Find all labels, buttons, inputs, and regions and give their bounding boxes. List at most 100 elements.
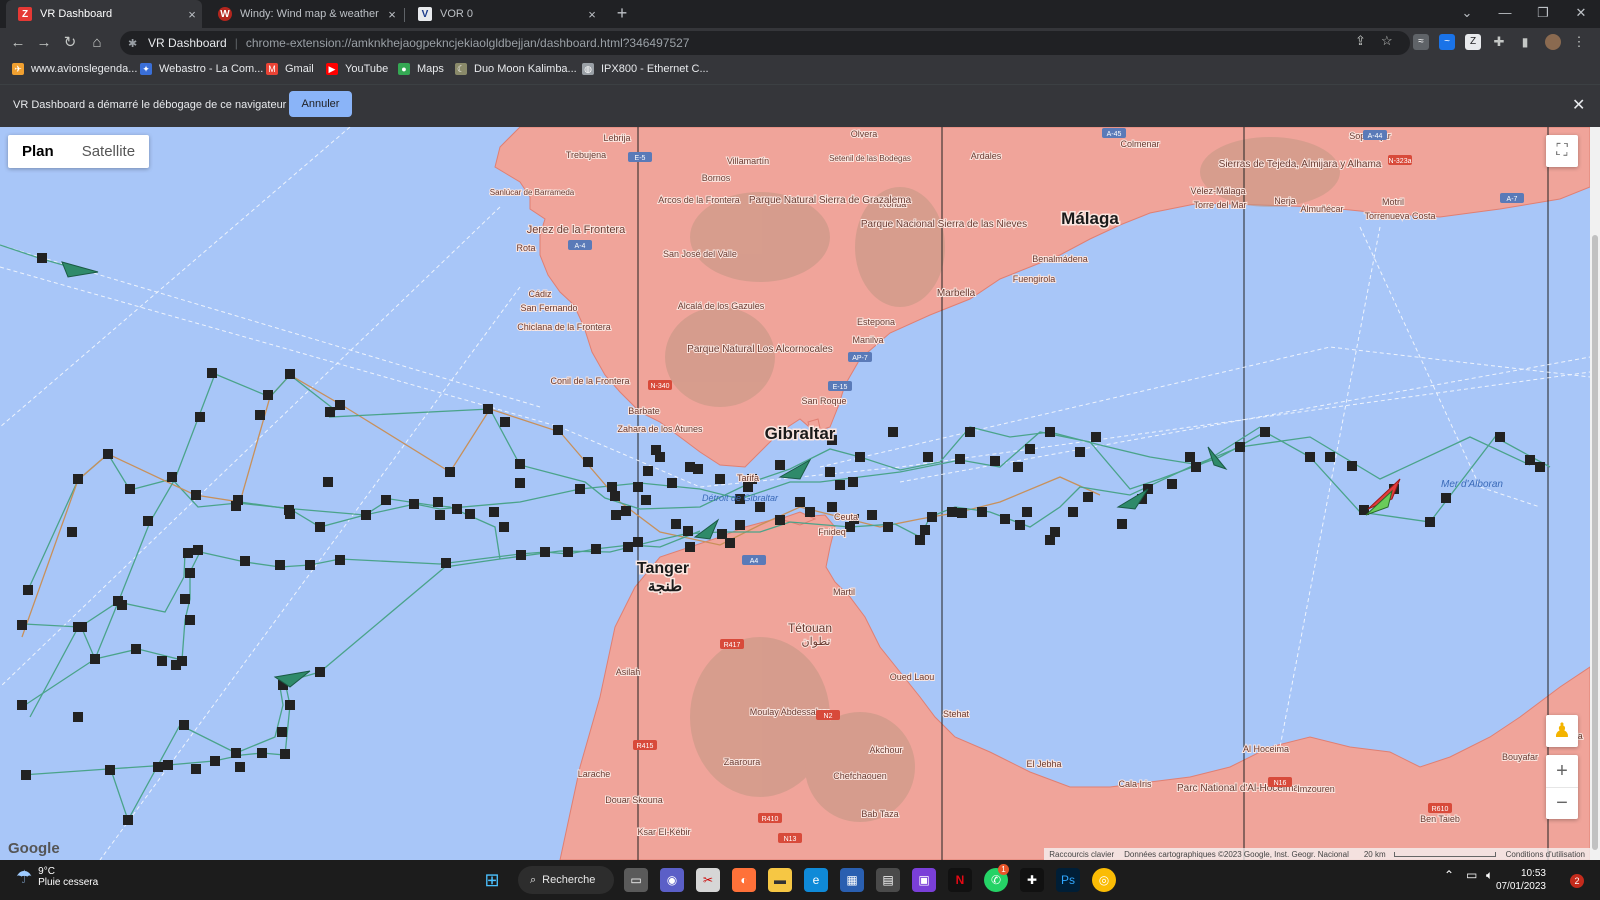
close-window-button[interactable]: ✕ [1562,0,1600,28]
terms-link[interactable]: Conditions d'utilisation [1501,850,1590,859]
waypoint-marker[interactable] [775,460,785,470]
waypoint-marker[interactable] [433,497,443,507]
zoom-in-button[interactable]: + [1546,755,1578,787]
waypoint-marker[interactable] [643,466,653,476]
waypoint-marker[interactable] [1013,462,1023,472]
waypoint-marker[interactable] [445,467,455,477]
weather-widget[interactable]: ☂ 9°C Pluie cessera [16,866,98,888]
waypoint-marker[interactable] [465,509,475,519]
share-icon[interactable]: ⇪ [1355,33,1366,49]
forward-icon[interactable]: → [35,34,53,52]
waypoint-marker[interactable] [335,400,345,410]
waypoint-marker[interactable] [315,522,325,532]
windy-extension-icon[interactable]: ~ [1439,34,1455,50]
waypoint-marker[interactable] [1305,452,1315,462]
waypoint-marker[interactable] [157,656,167,666]
waypoint-marker[interactable] [725,538,735,548]
waypoint-marker[interactable] [685,542,695,552]
waypoint-marker[interactable] [240,556,250,566]
waypoint-marker[interactable] [153,762,163,772]
extensions-puzzle-icon[interactable]: ✚ [1491,34,1507,50]
waypoint-marker[interactable] [621,506,631,516]
waypoint-marker[interactable] [540,547,550,557]
waypoint-marker[interactable] [1495,432,1505,442]
close-tab-icon[interactable]: × [182,7,202,22]
waypoint-marker[interactable] [955,454,965,464]
teams-chat-icon[interactable]: ◉ [660,868,684,892]
close-tab-icon[interactable]: × [382,7,402,22]
waypoint-marker[interactable] [277,727,287,737]
back-icon[interactable]: ← [9,34,27,52]
waypoint-marker[interactable] [1167,479,1177,489]
bookmark-star-icon[interactable]: ☆ [1381,33,1393,49]
waypoint-marker[interactable] [1022,507,1032,517]
waypoint-marker[interactable] [167,472,177,482]
waypoint-marker[interactable] [37,253,47,263]
waypoint-marker[interactable] [515,459,525,469]
waypoint-marker[interactable] [1091,432,1101,442]
bookmark-item[interactable]: ◍ IPX800 - Ethernet C... [582,63,709,75]
menu-kebab-icon[interactable]: ⋮ [1571,34,1587,50]
waypoint-marker[interactable] [655,452,665,462]
waypoint-marker[interactable] [685,462,695,472]
waypoint-marker[interactable] [381,495,391,505]
waypoint-marker[interactable] [285,700,295,710]
waypoint-marker[interactable] [1325,452,1335,462]
waypoint-marker[interactable] [775,515,785,525]
waypoint-marker[interactable] [255,410,265,420]
close-tab-icon[interactable]: × [582,7,602,22]
waypoint-marker[interactable] [1260,427,1270,437]
edge-icon[interactable]: e [804,868,828,892]
waypoint-marker[interactable] [489,507,499,517]
file-explorer-icon[interactable]: ▬ [768,868,792,892]
bookmark-item[interactable]: ✈ www.avionslegenda... [12,63,137,75]
waypoint-marker[interactable] [805,507,815,517]
tab-vor0[interactable]: V VOR 0 × [406,0,602,28]
waypoint-marker[interactable] [583,457,593,467]
waypoint-marker[interactable] [923,452,933,462]
chevron-up-icon[interactable]: ⌃ [1444,868,1454,882]
waypoint-marker[interactable] [77,622,87,632]
waypoint-marker[interactable] [73,712,83,722]
waypoint-marker[interactable] [193,545,203,555]
waypoint-marker[interactable] [185,615,195,625]
waypoint-marker[interactable] [1235,442,1245,452]
waypoint-marker[interactable] [1075,447,1085,457]
waypoint-marker[interactable] [131,644,141,654]
zoom-out-button[interactable]: − [1546,787,1578,820]
chrome-icon[interactable]: ◎ [1092,868,1116,892]
chart-extension-icon[interactable]: ≈ [1413,34,1429,50]
waypoint-marker[interactable] [483,404,493,414]
close-icon[interactable]: ✕ [1572,95,1585,115]
app-purple-icon[interactable]: ▣ [912,868,936,892]
waypoint-marker[interactable] [1535,462,1545,472]
waypoint-marker[interactable] [90,654,100,664]
waypoint-marker[interactable] [235,762,245,772]
waypoint-marker[interactable] [179,720,189,730]
waypoint-marker[interactable] [210,756,220,766]
waypoint-marker[interactable] [435,510,445,520]
waypoint-marker[interactable] [825,467,835,477]
waypoint-marker[interactable] [231,748,241,758]
waypoint-marker[interactable] [755,502,765,512]
reload-icon[interactable]: ↻ [61,34,79,52]
waypoint-marker[interactable] [611,510,621,520]
waypoint-marker[interactable] [335,555,345,565]
system-clock[interactable]: 10:53 07/01/2023 [1486,867,1546,893]
bookmark-item[interactable]: ● Maps [398,63,444,75]
map-canvas[interactable]: Gibraltar Málaga Tanger طنجة Tétouan تطوان Jer… [0,127,1590,860]
waypoint-marker[interactable] [1068,507,1078,517]
tab-search-icon[interactable]: ⌄ [1448,0,1486,28]
waypoint-marker[interactable] [835,480,845,490]
waypoint-marker[interactable] [361,510,371,520]
waypoint-marker[interactable] [409,499,419,509]
photoshop-icon[interactable]: Ps [1056,868,1080,892]
waypoint-marker[interactable] [1050,527,1060,537]
netflix-icon[interactable]: N [948,868,972,892]
waypoint-marker[interactable] [795,497,805,507]
keyboard-shortcuts-link[interactable]: Raccourcis clavier [1044,850,1119,859]
waypoint-marker[interactable] [957,508,967,518]
waypoint-marker[interactable] [263,390,273,400]
waypoint-marker[interactable] [441,558,451,568]
waypoint-marker[interactable] [171,660,181,670]
